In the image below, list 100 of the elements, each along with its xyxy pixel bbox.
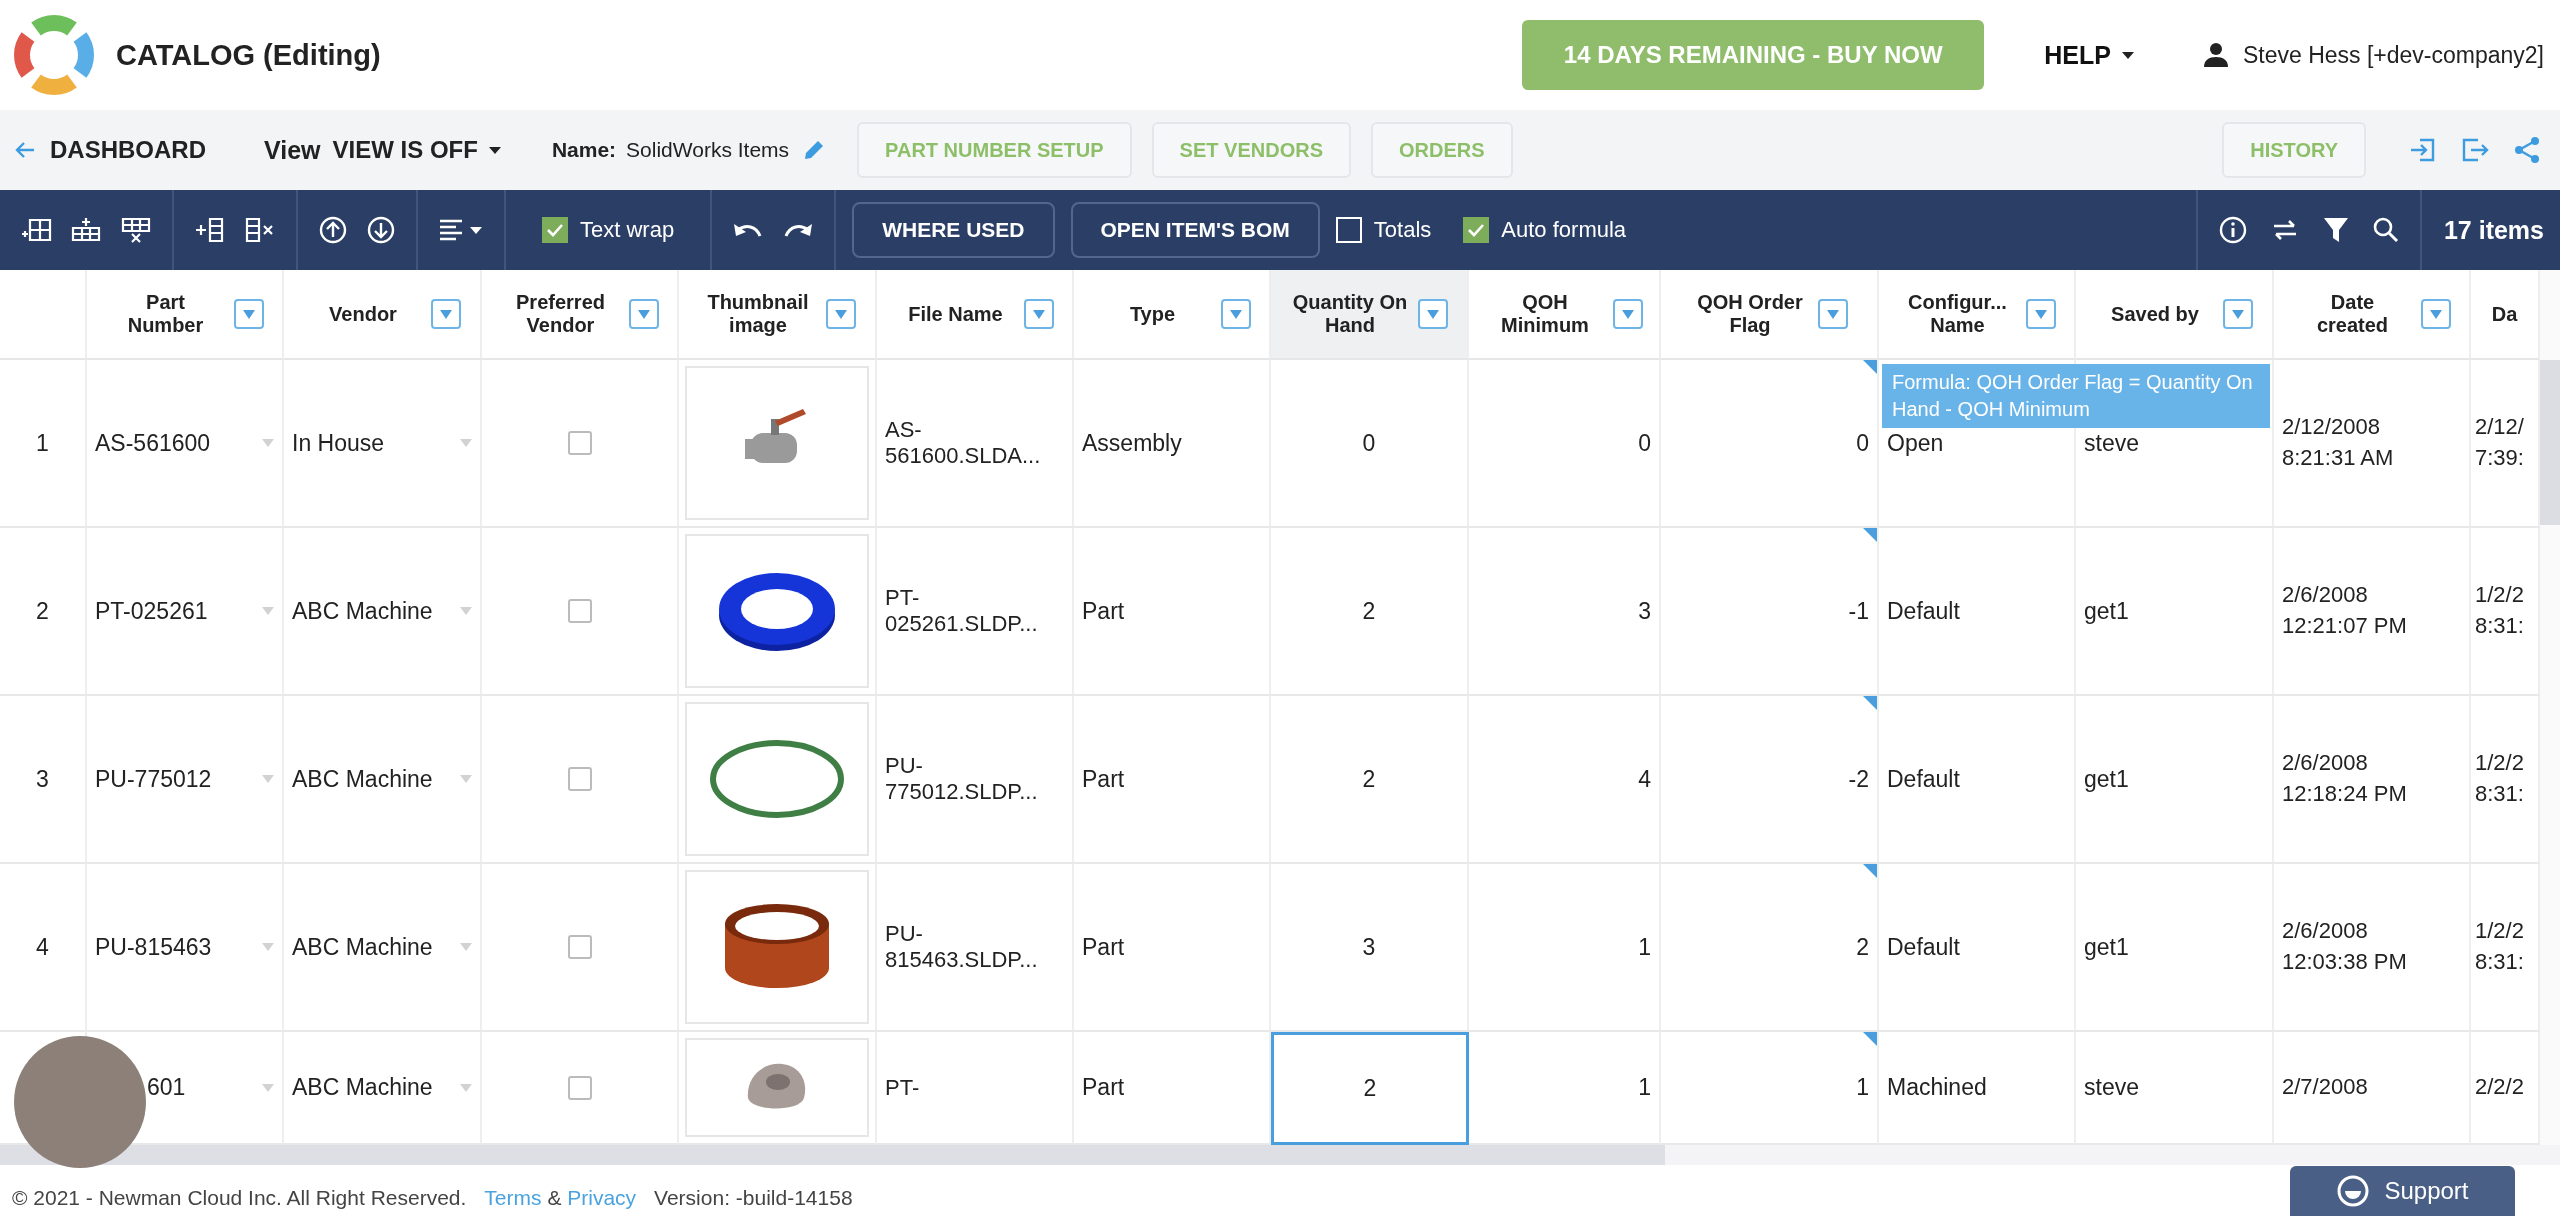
column-header[interactable]: Quantity On Hand [1271,270,1469,360]
filter-dropdown-button[interactable] [2223,299,2253,329]
filter-dropdown-button[interactable] [2420,299,2451,329]
toggle-checkbox[interactable]: Auto formula [1463,217,1627,243]
filter-dropdown-button[interactable] [431,299,461,329]
table-cell: -2 [1848,765,1869,793]
table-cell[interactable]: 2 [1271,1032,1469,1145]
dropdown-caret-icon[interactable] [460,774,472,784]
toggle-checkbox[interactable]: Totals [1335,217,1432,243]
dropdown-caret-icon[interactable] [262,774,274,784]
filter-dropdown-button[interactable] [233,299,264,329]
table-cell: In House [292,429,385,457]
checkbox[interactable] [567,599,592,623]
filter-dropdown-button[interactable] [826,299,856,329]
column-label: Thumbnail image [706,291,810,337]
name-label: Name: [551,138,617,162]
dropdown-caret-icon[interactable] [460,438,472,448]
column-header[interactable]: Vendor [284,270,482,360]
column-header[interactable]: Thumbnail image [679,270,877,360]
info-icon[interactable] [2217,215,2248,245]
column-header[interactable]: Saved by [2076,270,2274,360]
table-cell: ABC Machine [292,597,433,625]
table-cell[interactable]: 2 [1271,696,1469,864]
ampersand-text: & [547,1186,562,1209]
checkbox[interactable] [567,1075,592,1100]
toolbar-button[interactable]: OPEN ITEM'S BOM [1070,202,1320,258]
delete-row-icon[interactable] [120,216,152,244]
move-down-icon[interactable] [366,215,396,245]
formula-marker [1863,696,1877,710]
dropdown-caret-icon[interactable] [262,606,274,616]
item-count: 17 items [2442,215,2545,245]
text-wrap-checkbox[interactable]: Text wrap [542,217,675,243]
dropdown-caret-icon[interactable] [460,1082,472,1093]
filter-dropdown-button[interactable] [2025,299,2056,329]
table-cell: ABC Machine [292,765,433,793]
dropdown-caret-icon[interactable] [262,1082,274,1093]
column-header[interactable]: QOH Minimum [1469,270,1661,360]
filter-dropdown-button[interactable] [1613,299,1643,329]
table-cell: PU-775012 [95,765,212,793]
dashboard-link[interactable]: DASHBOARD [14,136,206,164]
dropdown-caret-icon[interactable] [262,438,274,448]
table-cell[interactable]: 3 [1271,864,1469,1032]
column-label: Part Number [126,291,205,337]
dropdown-caret-icon[interactable] [262,942,274,952]
view-dropdown[interactable]: VIEW IS OFF [332,136,502,164]
filter-icon[interactable] [2321,215,2350,245]
column-header[interactable]: Preferred Vendor [482,270,679,360]
checkbox[interactable] [567,431,592,455]
table-cell: get1 [2076,528,2274,696]
filter-dropdown-button[interactable] [628,299,659,329]
caret-icon [2120,50,2135,60]
table-cell: -1 [1848,597,1869,625]
filter-dropdown-button[interactable] [1418,299,1448,329]
column-header[interactable]: Configur... Name [1879,270,2076,360]
insert-row-icon[interactable] [20,216,52,244]
dropdown-caret-icon[interactable] [460,606,472,616]
column-header[interactable]: Part Number [87,270,284,360]
table-cell: get1 [2076,864,2274,1032]
delete-column-icon[interactable] [244,216,276,244]
table-cell: Assembly [1074,360,1271,528]
column-label: QOH Minimum [1500,291,1590,337]
table-cell: PU-815463.SLDP... [877,864,1074,1032]
toolbar-button[interactable]: WHERE USED [852,202,1055,258]
table-cell: AS-561600.SLDA... [877,360,1074,528]
help-menu[interactable]: HELP [2044,40,2135,70]
table-cell: 2/12/2008 8:21:31 AM [2274,360,2471,528]
column-label: Configur... Name [1907,291,2008,337]
filter-dropdown-button[interactable] [1023,299,1054,329]
table-cell[interactable]: 2 [1271,528,1469,696]
column-header[interactable]: File Name [877,270,1074,360]
table-cell: PU-775012.SLDP... [877,696,1074,864]
filter-dropdown-button[interactable] [1220,299,1251,329]
column-header[interactable]: Date created [2274,270,2471,360]
dropdown-caret-icon[interactable] [460,942,472,952]
name-value: SolidWorks Items [626,138,790,162]
table-cell: PT-025261 [95,597,208,625]
insert-column-icon[interactable] [194,216,226,244]
add-row-icon[interactable] [70,216,102,244]
move-up-icon[interactable] [318,215,348,245]
column-label: Preferred Vendor [515,291,606,337]
scrollbar-thumb[interactable] [0,1145,1665,1165]
search-icon[interactable] [2371,215,2400,245]
checkbox[interactable] [567,767,592,791]
checkbox[interactable] [567,935,592,959]
column-header[interactable]: QOH Order Flag [1661,270,1879,360]
row-number: 1 [36,429,49,457]
table-cell: get1 [2076,696,2274,864]
row-number: 2 [36,597,49,625]
table-cell[interactable]: 0 [1271,360,1469,528]
column-label: File Name [907,302,1004,326]
filter-dropdown-button[interactable] [1818,299,1848,329]
copyright-text: © 2021 - Newman Cloud Inc. All Right Reserved. [12,1186,467,1210]
table-cell: PT-025261.SLDP... [877,528,1074,696]
share-icon[interactable] [2512,135,2542,165]
support-button[interactable]: Support [2290,1166,2515,1216]
user-icon [2202,42,2229,68]
table-cell: ABC Machine [292,1074,433,1101]
user-menu[interactable]: Steve Hess [+dev-company2] [2202,41,2544,69]
scrollbar-thumb[interactable] [2540,360,2560,525]
table-cell: 1 [1469,864,1661,1032]
